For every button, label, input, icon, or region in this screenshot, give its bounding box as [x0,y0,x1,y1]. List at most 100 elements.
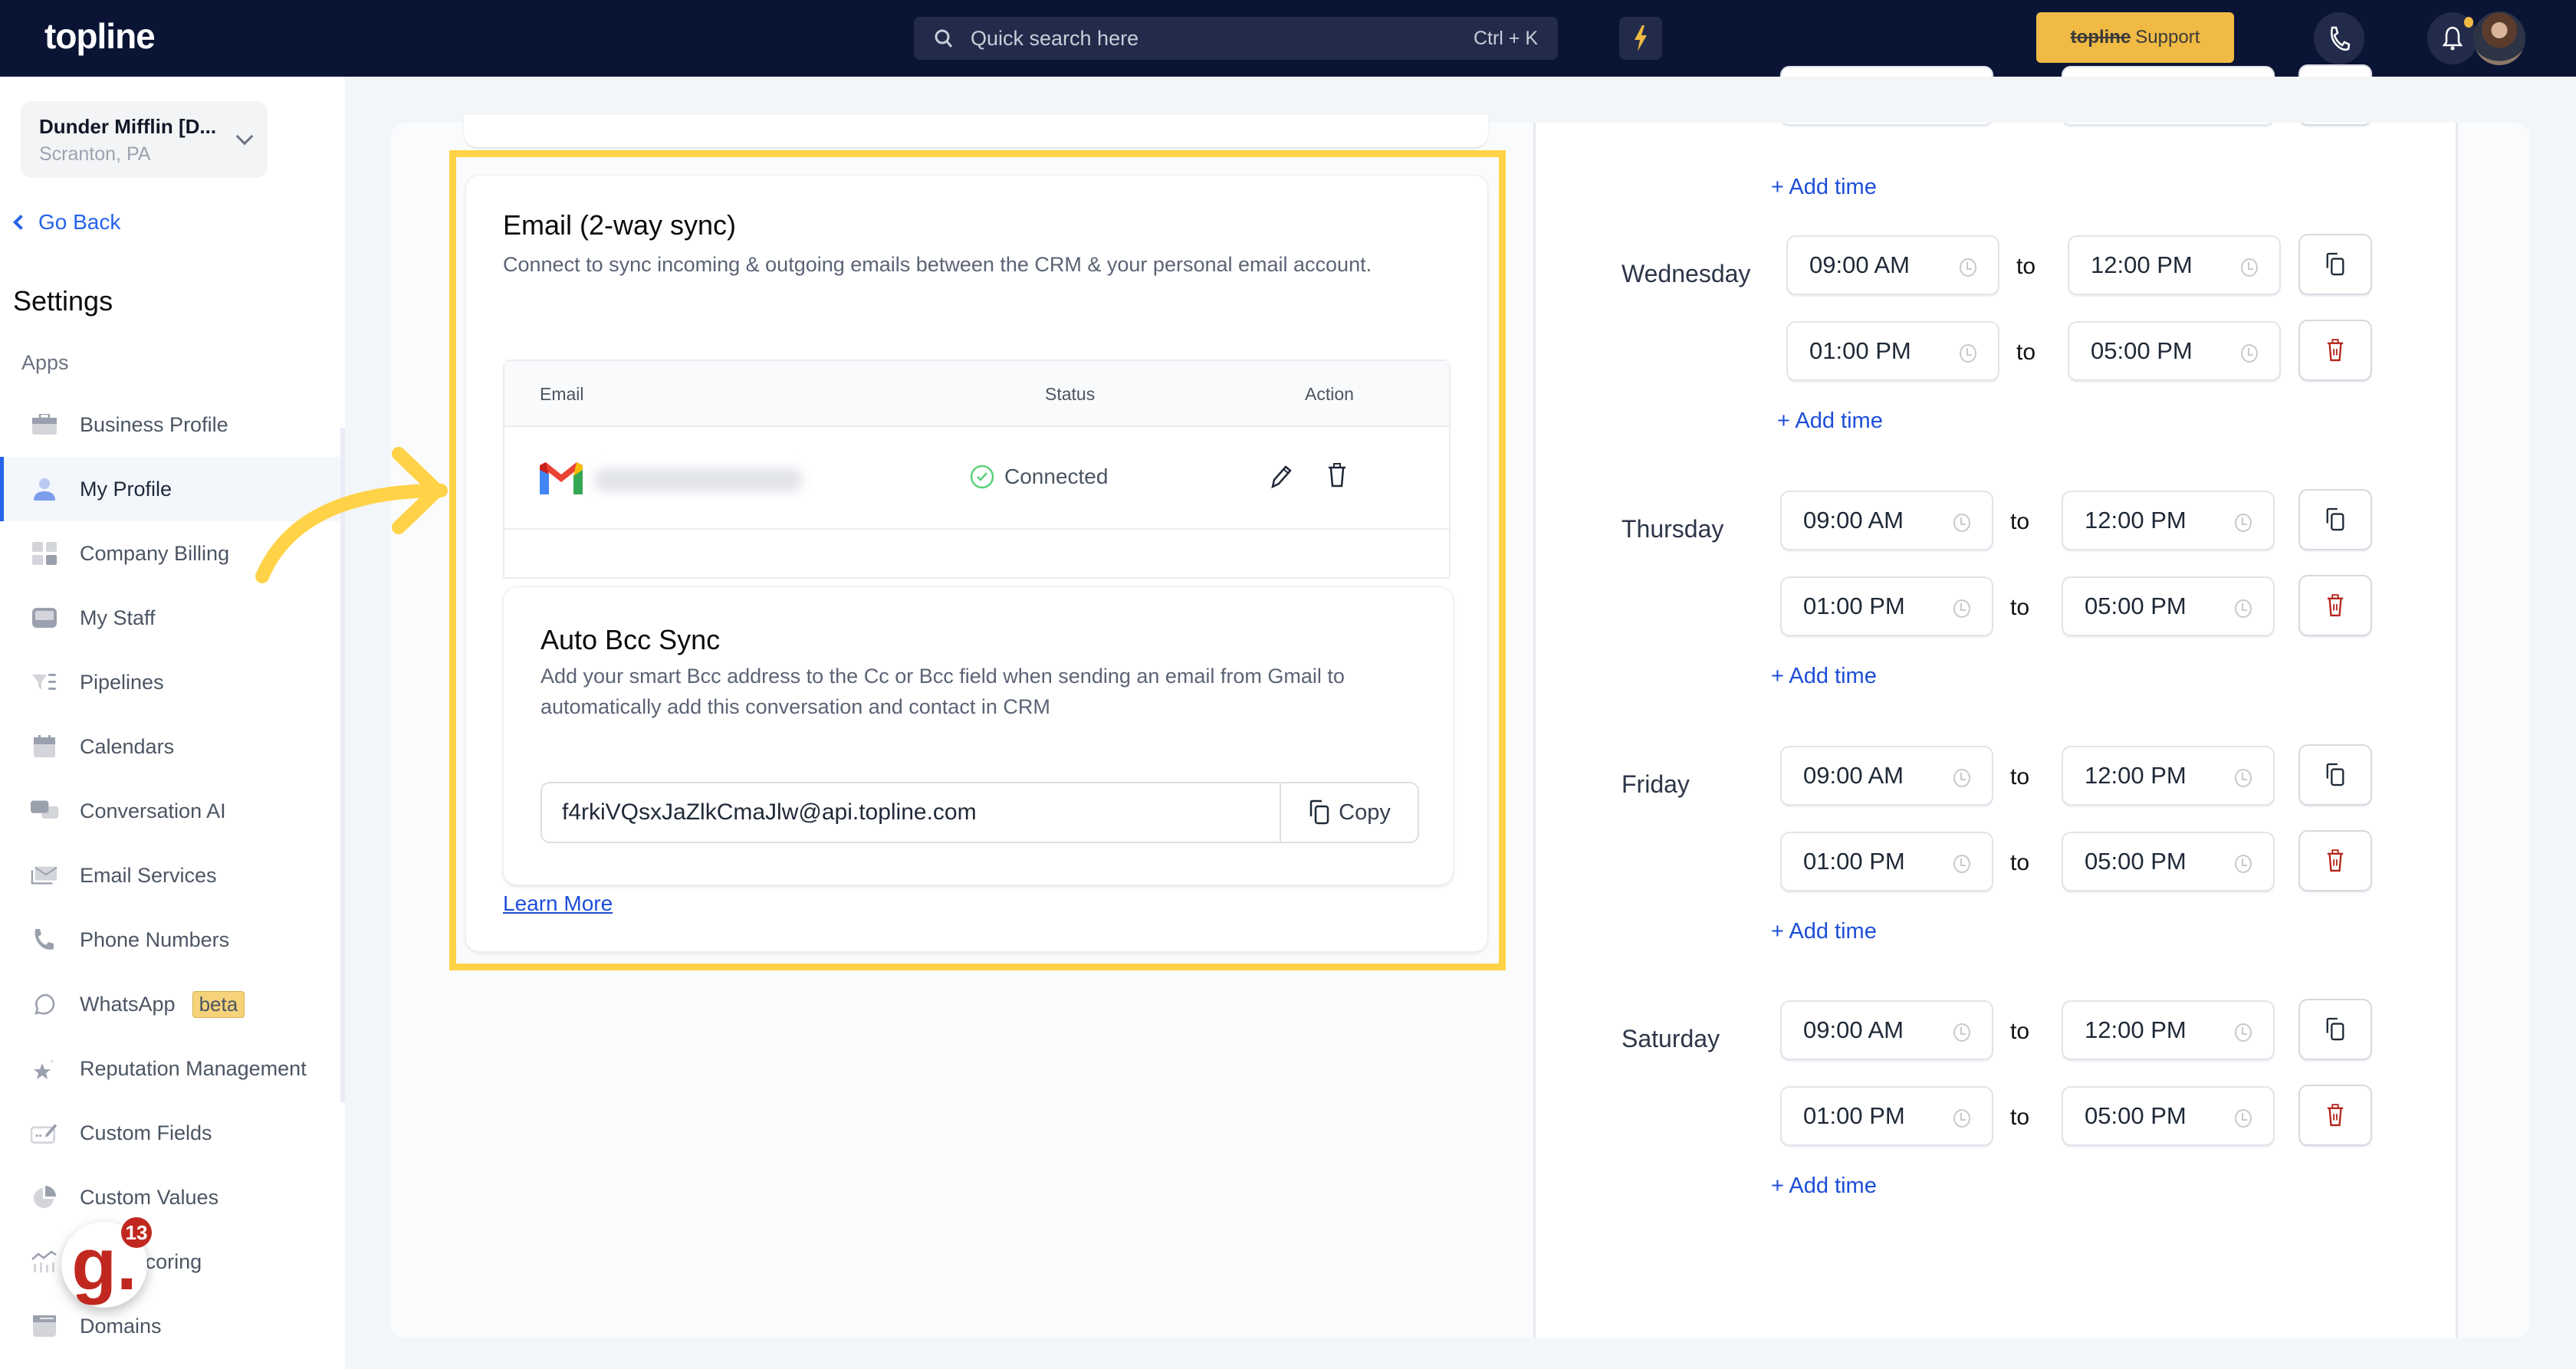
sidebar-item-label: My Staff [80,606,156,629]
add-time-link[interactable]: + Add time [1771,175,1877,200]
sidebar-item-pipelines[interactable]: Pipelines [0,650,340,714]
sidebar-item-my-staff[interactable]: My Staff [0,586,340,650]
copy-icon [2326,507,2344,531]
bcc-address-value[interactable]: f4rkiVQsxJaZlkCmaJlw@api.topline.com [542,799,1280,826]
time-to-input[interactable]: 05:00 PM [2062,576,2275,636]
sidebar-item-label: Business Profile [80,412,228,436]
quick-search-input[interactable]: Quick search here Ctrl + K [914,17,1558,60]
sidebar-item-reputation-management[interactable]: + Reputation Management [0,1036,340,1101]
delete-slot-button[interactable] [2298,320,2372,381]
time-value: 01:00 PM [1803,848,1905,875]
time-value: 05:00 PM [2091,337,2193,364]
add-time-link[interactable]: + Add time [1771,664,1877,689]
sidebar-item-email-services[interactable]: Email Services [0,843,340,908]
time-from-input[interactable]: 09:00 AM [1780,746,1993,806]
time-to-input[interactable]: 12:00 PM [2062,746,2275,806]
sidebar-item-conversation-ai[interactable]: Conversation AI [0,779,340,843]
user-icon [31,477,58,501]
sidebar-item-calendars[interactable]: Calendars [0,714,340,779]
time-from-input[interactable]: 01:00 PM [1780,832,1993,891]
pie-icon [31,1185,58,1210]
time-to-input[interactable]: 12:00 PM [2068,235,2281,295]
time-value: 09:00 AM [1809,251,1910,278]
help-widget-button[interactable]: g. 13 [61,1217,152,1308]
sidebar-item-phone-numbers[interactable]: Phone Numbers [0,908,340,972]
email-sync-title: Email (2-way sync) [503,209,737,241]
bcc-address-field[interactable]: f4rkiVQsxJaZlkCmaJlw@api.topline.com Cop… [540,782,1419,843]
time-from-input[interactable]: 09:00 AM [1786,235,1999,295]
time-to-input[interactable]: 05:00 PM [2068,321,2281,381]
learn-more-link[interactable]: Learn More [503,891,613,916]
sidebar-item-label: Custom Values [80,1185,219,1209]
sidebar-item-domains[interactable]: Domains [0,1294,340,1358]
column-header-email: Email [540,384,584,404]
support-button[interactable]: topline Support [2036,12,2234,63]
sidebar-item-lead-scoring[interactable]: Lead Scoring [0,1229,340,1294]
time-value: 09:00 AM [1803,762,1904,789]
table-header: Email Status Action [504,361,1449,427]
quick-actions-button[interactable] [1619,17,1662,60]
time-from-input[interactable]: 09:00 AM [1780,1000,1993,1060]
search-placeholder: Quick search here [971,26,1139,50]
to-label: to [2010,509,2030,534]
copy-times-button[interactable] [2298,744,2372,806]
sidebar-item-custom-values[interactable]: Custom Values [0,1165,340,1229]
previous-card [464,115,1488,147]
column-header-action: Action [1305,384,1354,404]
time-value: 01:00 PM [1803,1102,1905,1129]
logo[interactable]: topline [44,15,156,57]
sidebar-item-label: Custom Fields [80,1121,212,1144]
apps-section-label: Apps [21,351,69,374]
clock-icon [2235,855,2252,873]
sidebar-item-whatsapp[interactable]: WhatsApp beta [0,972,340,1036]
time-from-input[interactable]: 01:00 PM [1780,1086,1993,1146]
lightning-icon [1635,25,1647,51]
settings-title: Settings [13,285,113,317]
phone-button[interactable] [2314,12,2364,64]
time-to-input[interactable]: 05:00 PM [2062,1086,2275,1146]
edit-field-icon [31,1121,58,1145]
beta-badge: beta [192,990,245,1018]
mail-icon [31,863,58,888]
support-label: Support [2135,27,2200,48]
user-avatar[interactable] [2473,11,2525,65]
phone-icon [31,927,58,952]
delete-slot-button[interactable] [2298,575,2372,636]
go-back-link[interactable]: Go Back [13,210,120,235]
to-label: to [2016,254,2036,279]
clock-icon [2235,1023,2252,1042]
edit-icon[interactable] [1269,464,1293,490]
add-time-link[interactable]: + Add time [1777,409,1883,434]
time-value: 09:00 AM [1803,507,1904,533]
trash-icon[interactable] [1327,462,1347,488]
time-value: 09:00 AM [1803,1016,1904,1043]
time-value: 01:00 PM [1809,337,1911,364]
clock-icon [1953,514,1970,532]
add-time-link[interactable]: + Add time [1771,1174,1877,1199]
to-label: to [2010,1105,2030,1130]
clock-icon [2241,344,2258,363]
email-sync-card: Email (2-way sync) Connect to sync incom… [465,175,1488,952]
copy-button[interactable]: Copy [1280,783,1418,842]
add-time-link[interactable]: + Add time [1771,919,1877,944]
copy-icon [2326,763,2344,786]
day-label: Thursday [1622,515,1724,543]
notifications-button[interactable] [2427,12,2478,64]
location-switcher[interactable]: Dunder Mifflin [D... Scranton, PA [21,101,268,178]
clock-icon [2235,769,2252,787]
copy-times-button[interactable] [2298,234,2372,295]
time-from-input[interactable]: 01:00 PM [1786,321,1999,381]
time-to-input[interactable]: 05:00 PM [2062,832,2275,891]
auto-bcc-description: Add your smart Bcc address to the Cc or … [540,665,1345,718]
copy-times-button[interactable] [2298,489,2372,550]
annotation-arrow [255,447,448,583]
delete-slot-button[interactable] [2298,1085,2372,1146]
time-from-input[interactable]: 09:00 AM [1780,491,1993,550]
sidebar-item-label: Pipelines [80,670,164,694]
time-to-input[interactable]: 12:00 PM [2062,1000,2275,1060]
sidebar-item-custom-fields[interactable]: Custom Fields [0,1101,340,1165]
time-from-input[interactable]: 01:00 PM [1780,576,1993,636]
time-to-input[interactable]: 12:00 PM [2062,491,2275,550]
copy-times-button[interactable] [2298,999,2372,1060]
delete-slot-button[interactable] [2298,830,2372,891]
